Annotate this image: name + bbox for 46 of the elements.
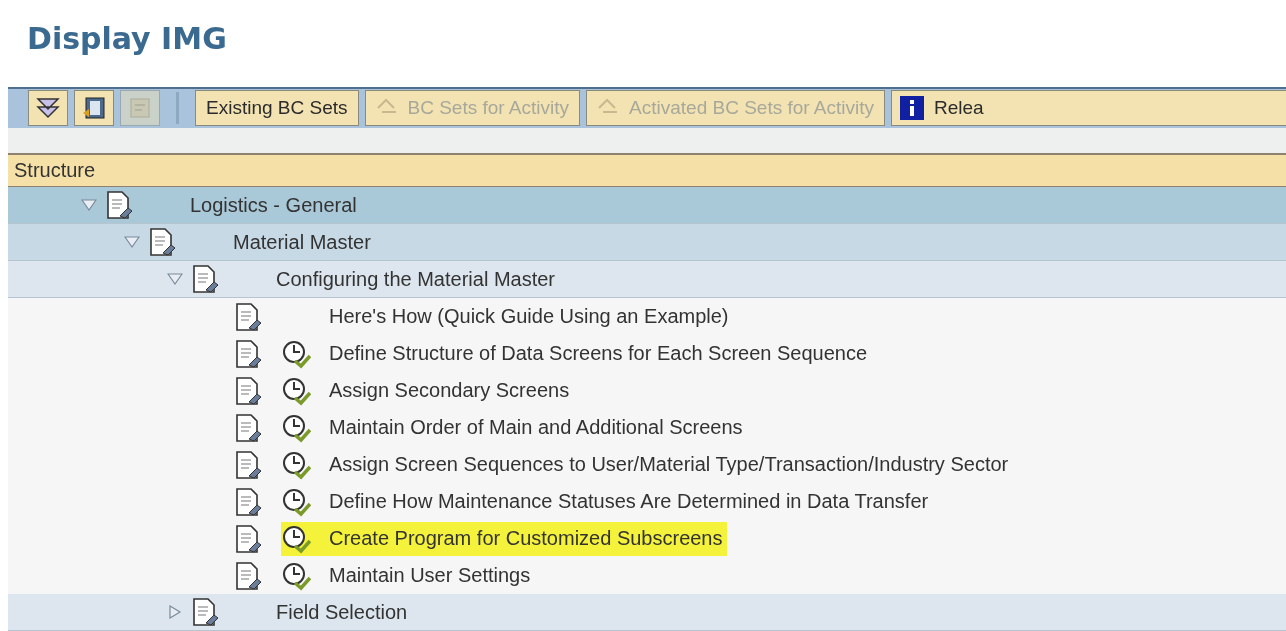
- tree-node-label[interactable]: Here's How (Quick Guide Using an Example): [325, 303, 733, 330]
- structure-header: Structure: [8, 153, 1286, 187]
- toolbar-button[interactable]: Existing BC Sets: [195, 90, 359, 127]
- collapse-triangle-icon[interactable]: [167, 272, 183, 286]
- clock-check-icon[interactable]: [281, 338, 311, 369]
- tree-folder-row[interactable]: Field Selection: [8, 594, 1286, 631]
- info-icon: [900, 96, 925, 121]
- document-icon: [233, 560, 263, 591]
- tree-node-label[interactable]: Field Selection: [272, 598, 412, 626]
- document-icon: [233, 338, 263, 369]
- tree-folder-row[interactable]: Logistics - General: [8, 187, 1286, 224]
- release-notes-button[interactable]: Relea: [891, 90, 1286, 127]
- window-title: Display IMG: [27, 20, 227, 56]
- toolbar-icon-button[interactable]: [74, 90, 114, 127]
- tree-node-label[interactable]: Assign Secondary Screens: [325, 377, 574, 404]
- document-icon: [233, 449, 263, 480]
- document-icon: [233, 523, 263, 554]
- tree-node-label[interactable]: Assign Screen Sequences to User/Material Type/Transaction/Industry Sector: [325, 451, 1013, 478]
- document-icon: [81, 95, 107, 122]
- document-icon: [233, 486, 263, 517]
- clock-check-icon[interactable]: [281, 375, 311, 406]
- tree-node-label[interactable]: Maintain Order of Main and Additional Screens: [325, 414, 747, 441]
- document-icon: [190, 597, 220, 627]
- tree-node-label[interactable]: Configuring the Material Master: [272, 265, 559, 293]
- clock-check-icon[interactable]: [281, 560, 311, 591]
- tree-node-label[interactable]: Define How Maintenance Statuses Are Determined in Data Transfer: [325, 488, 933, 515]
- tree-node-label[interactable]: Logistics - General: [186, 191, 361, 219]
- collapse-triangle-icon[interactable]: [124, 235, 140, 249]
- collapse-triangle-icon[interactable]: [81, 198, 97, 212]
- toolbar-icon-button[interactable]: [28, 90, 68, 127]
- expand-triangle-icon[interactable]: [167, 605, 183, 619]
- document-icon: [190, 264, 220, 294]
- document-icon: [233, 412, 263, 443]
- document-icon: [104, 190, 134, 220]
- clock-check-icon[interactable]: [281, 486, 311, 517]
- tree-folder-row[interactable]: Configuring the Material Master: [8, 261, 1286, 298]
- clock-check-icon[interactable]: [281, 523, 311, 554]
- tree-node-label[interactable]: Define Structure of Data Screens for Each Screen Sequence: [325, 340, 872, 367]
- tree-folder-row[interactable]: Material Master: [8, 224, 1286, 261]
- document-icon: [233, 301, 263, 332]
- clock-check-icon[interactable]: [281, 449, 311, 480]
- document-icon: [147, 227, 177, 257]
- document-icon: [233, 375, 263, 406]
- tree-node-label[interactable]: Maintain User Settings: [325, 562, 535, 589]
- clock-check-icon[interactable]: [281, 412, 311, 443]
- tree-node-label[interactable]: Material Master: [229, 228, 375, 256]
